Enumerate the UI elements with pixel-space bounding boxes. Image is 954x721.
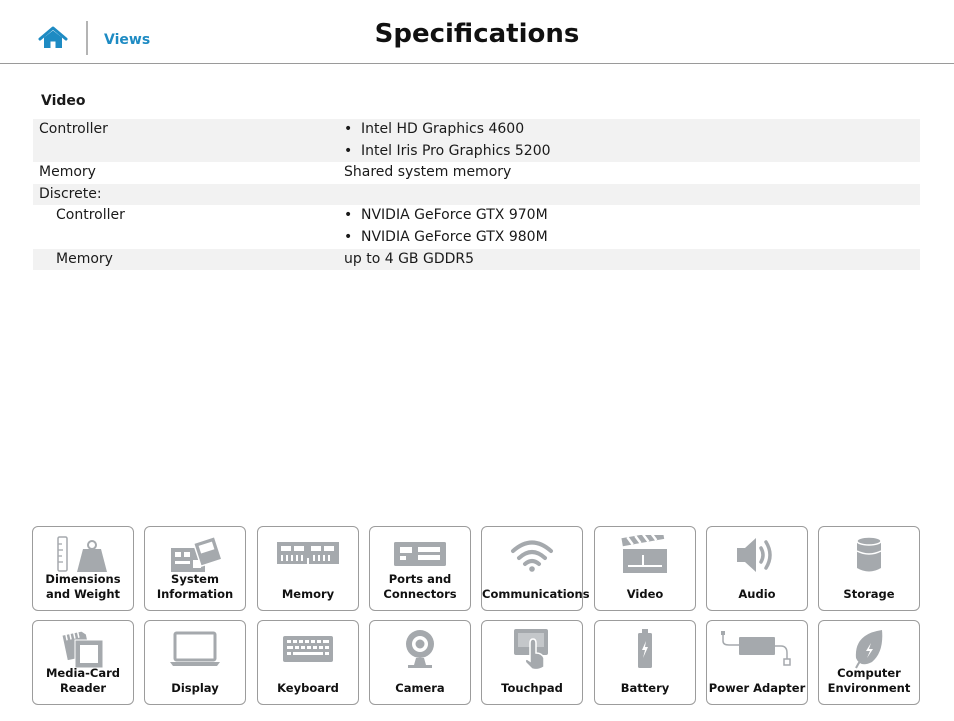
webcam-icon xyxy=(370,625,470,673)
tile-dimensions-and-weight[interactable]: Dimensions and Weight xyxy=(32,526,134,611)
row-value: • Intel HD Graphics 4600 • Intel Iris Pr… xyxy=(344,119,920,162)
list-item-text: Intel HD Graphics 4600 xyxy=(361,121,525,137)
header-bar: Views Specifications xyxy=(0,0,954,64)
row-label: Discrete: xyxy=(39,185,102,202)
tile-display[interactable]: Display xyxy=(144,620,246,705)
tile-camera[interactable]: Camera xyxy=(369,620,471,705)
page-title: Specifications xyxy=(374,19,580,49)
tile-power-adapter[interactable]: Power Adapter xyxy=(706,620,808,705)
tile-system-information[interactable]: System Information xyxy=(144,526,246,611)
tile-label: Communications xyxy=(482,587,590,601)
row-value: up to 4 GB GDDR5 xyxy=(344,250,475,267)
drive-icon xyxy=(819,531,919,579)
tile-label: Media-Card Reader xyxy=(45,666,121,695)
row-value: • NVIDIA GeForce GTX 970M • NVIDIA GeFor… xyxy=(344,205,920,248)
tile-label: Keyboard xyxy=(277,681,339,695)
tile-video[interactable]: Video xyxy=(594,526,696,611)
row-label: Memory xyxy=(39,164,96,181)
row-value: Shared system memory xyxy=(344,164,512,181)
tile-keyboard[interactable]: Keyboard xyxy=(257,620,359,705)
list-item: • NVIDIA GeForce GTX 970M xyxy=(344,205,920,227)
table-row: Memory Shared system memory xyxy=(33,162,920,184)
clapperboard-icon xyxy=(595,531,695,579)
tile-label: Display xyxy=(171,681,219,695)
laptop-icon xyxy=(145,625,245,673)
list-item: • NVIDIA GeForce GTX 980M xyxy=(344,227,920,249)
table-row: Memory up to 4 GB GDDR5 xyxy=(33,248,920,271)
keyboard-icon xyxy=(258,625,358,673)
row-label: Memory xyxy=(56,250,113,267)
list-item: • Intel HD Graphics 4600 xyxy=(344,119,920,141)
power-adapter-icon xyxy=(707,625,807,673)
section-title: Video xyxy=(41,93,86,109)
tile-label: Storage xyxy=(843,587,895,601)
bullet-icon: • xyxy=(344,207,353,224)
tile-label: Video xyxy=(626,587,664,601)
bullet-icon: • xyxy=(344,228,353,245)
list-item: • Intel Iris Pro Graphics 5200 xyxy=(344,141,920,163)
list-item-text: NVIDIA GeForce GTX 970M xyxy=(361,207,548,224)
tile-label: Memory xyxy=(281,587,335,601)
tile-label: Computer Environment xyxy=(827,666,911,695)
tile-label: Ports and Connectors xyxy=(383,572,457,601)
table-row: Controller • NVIDIA GeForce GTX 970M • N… xyxy=(33,205,920,248)
tile-computer-environment[interactable]: Computer Environment xyxy=(818,620,920,705)
tile-touchpad[interactable]: Touchpad xyxy=(481,620,583,705)
tile-memory[interactable]: Memory xyxy=(257,526,359,611)
tile-label: Touchpad xyxy=(501,681,563,695)
tile-audio[interactable]: Audio xyxy=(706,526,808,611)
tile-battery[interactable]: Battery xyxy=(594,620,696,705)
row-label: Controller xyxy=(56,207,125,224)
list-item-text: NVIDIA GeForce GTX 980M xyxy=(361,228,548,245)
table-row: Discrete: xyxy=(33,183,920,206)
bullet-icon: • xyxy=(344,142,353,159)
tile-media-card-reader[interactable]: Media-Card Reader xyxy=(32,620,134,705)
tile-label: Power Adapter xyxy=(708,681,806,695)
tile-storage[interactable]: Storage xyxy=(818,526,920,611)
bullet-icon: • xyxy=(344,121,353,137)
battery-icon xyxy=(595,625,695,673)
speaker-icon xyxy=(707,531,807,579)
tile-label: Battery xyxy=(620,681,670,695)
row-label: Controller xyxy=(39,121,108,137)
table-row: Controller • Intel HD Graphics 4600 • In… xyxy=(33,119,920,163)
row-value xyxy=(344,184,920,206)
tile-label: System Information xyxy=(156,572,234,601)
tile-label: Dimensions and Weight xyxy=(45,572,121,601)
tile-communications[interactable]: Communications xyxy=(481,526,590,611)
list-item-text: Intel Iris Pro Graphics 5200 xyxy=(361,142,551,159)
ram-icon xyxy=(258,531,358,579)
spec-table: Controller • Intel HD Graphics 4600 • In… xyxy=(33,119,920,271)
tile-label: Camera xyxy=(395,681,445,695)
touchpad-icon xyxy=(482,625,582,673)
tile-label: Audio xyxy=(738,587,776,601)
tile-ports-and-connectors[interactable]: Ports and Connectors xyxy=(369,526,471,611)
wifi-icon xyxy=(482,531,582,579)
